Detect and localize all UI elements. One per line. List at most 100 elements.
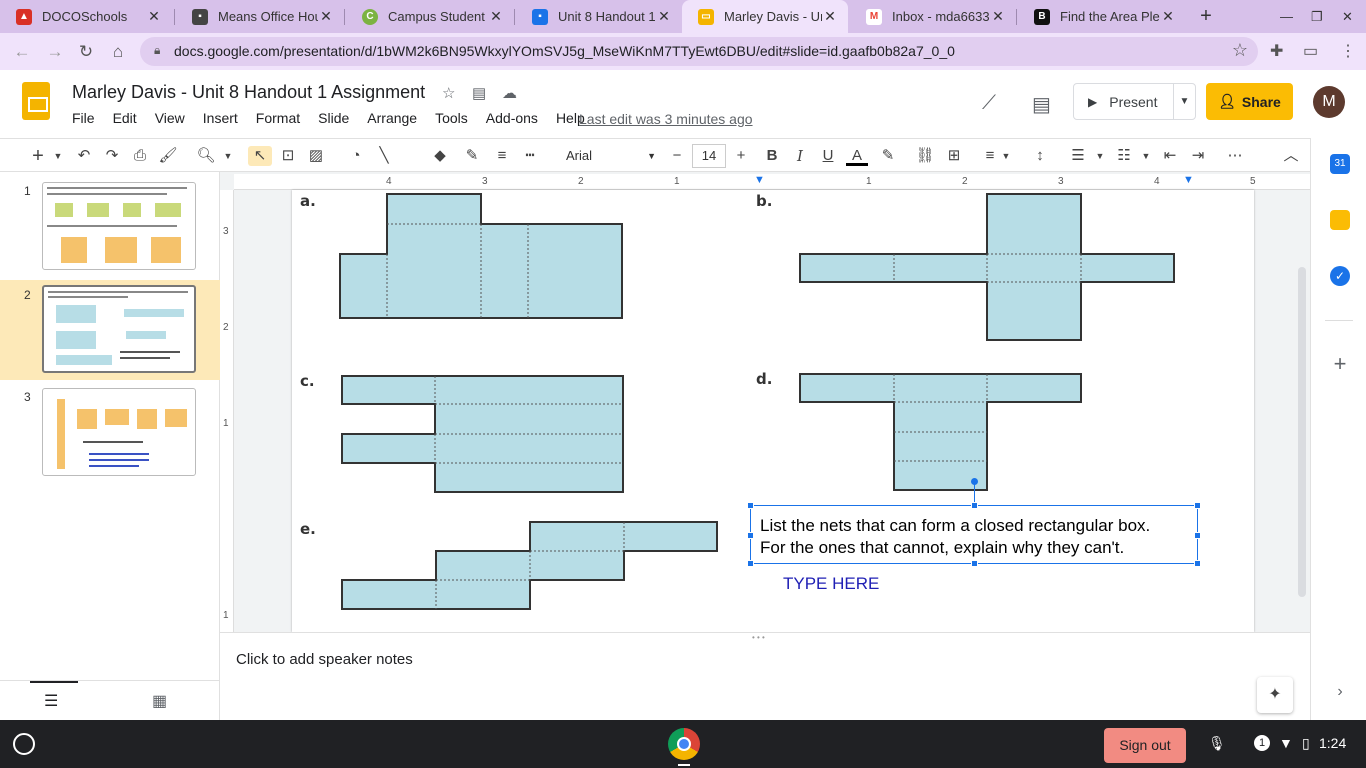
menu-view[interactable]: View [155,110,191,126]
more-icon[interactable]: ⋯ [1224,146,1246,166]
slide-thumbnail-3[interactable]: 3 [0,382,220,482]
extensions-icon[interactable]: ✚ [1270,41,1283,61]
resize-handle[interactable] [747,560,754,567]
print-icon[interactable]: ⎙ [130,146,150,166]
expand-panel-icon[interactable]: › [1330,682,1350,702]
resize-handle[interactable] [747,532,754,539]
resize-handle[interactable] [971,502,978,509]
clock[interactable]: 1:24 [1319,735,1346,751]
right-indent-marker[interactable]: ▼ [1183,174,1194,186]
add-comment-icon[interactable]: ⊞ [944,146,964,166]
menu-addons[interactable]: Add-ons [486,110,544,126]
menu-insert[interactable]: Insert [203,110,244,126]
cast-icon[interactable]: ▭ [1303,41,1318,61]
fill-color-icon[interactable]: ◆ [430,146,450,166]
notification-badge[interactable]: 1 [1254,735,1270,751]
decrease-font-size-icon[interactable]: − [668,146,686,166]
new-tab-icon[interactable]: + [1196,6,1216,26]
font-family-select[interactable]: Arial ▼ [560,145,660,167]
browser-tab[interactable]: C Campus Student ✕ [346,0,514,33]
answer-placeholder-text[interactable]: TYPE HERE [783,574,879,594]
star-icon[interactable]: ☆ [442,84,455,102]
resize-handle[interactable] [747,502,754,509]
bulleted-list-icon[interactable]: ☷ [1114,146,1134,166]
left-indent-marker[interactable]: ▼ [754,174,765,186]
present-button[interactable]: ▶ Present ▼ [1073,83,1196,120]
close-icon[interactable]: ✕ [318,8,334,25]
bookmark-star-icon[interactable]: ☆ [1232,40,1248,61]
cloud-status-icon[interactable]: ☁ [502,84,517,102]
numbered-list-icon[interactable]: ☰ [1068,146,1088,166]
slides-logo-icon[interactable] [22,82,50,120]
menu-tools[interactable]: Tools [435,110,474,126]
chevron-down-icon[interactable]: ▼ [1140,146,1152,166]
italic-icon[interactable]: I [790,146,810,166]
move-folder-icon[interactable]: ▤ [472,84,486,102]
new-slide-icon[interactable]: + [28,146,48,166]
border-color-icon[interactable]: ✎ [462,146,482,166]
menu-slide[interactable]: Slide [318,110,355,126]
chevron-down-icon[interactable]: ▼ [1000,146,1012,166]
text-box-content[interactable]: List the nets that can form a closed rec… [760,515,1200,559]
close-icon[interactable]: ✕ [990,8,1006,25]
close-icon[interactable]: ✕ [656,8,672,25]
menu-edit[interactable]: Edit [113,110,143,126]
speaker-notes-placeholder[interactable]: Click to add speaker notes [236,651,413,668]
chevron-down-icon[interactable]: ▼ [1094,146,1106,166]
activity-trend-icon[interactable]: ⟋ [982,92,996,115]
close-icon[interactable]: ✕ [488,8,504,25]
close-window-icon[interactable]: ✕ [1342,9,1353,25]
slide[interactable]: a. b. c. d. e. List the nets that can fo… [292,190,1254,632]
highlight-color-icon[interactable]: ✎ [878,146,898,166]
canvas-scrollbar[interactable] [1298,267,1306,597]
menu-icon[interactable]: ⋮ [1340,41,1356,61]
close-icon[interactable]: ✕ [822,8,838,25]
decrease-indent-icon[interactable]: ⇤ [1160,146,1180,166]
filmstrip-view-icon[interactable]: ☰ [44,691,58,711]
back-icon[interactable]: ← [11,41,33,63]
align-icon[interactable]: ≡ [980,146,1000,166]
resize-handle[interactable] [1194,502,1201,509]
launcher-icon[interactable] [13,733,35,755]
grid-view-icon[interactable]: ▦ [152,691,167,711]
explore-icon[interactable]: ✦ [1257,677,1293,713]
share-button[interactable]: 👤︎ Share [1206,83,1293,120]
url-text[interactable]: docs.google.com/presentation/d/1bWM2k6BN… [174,43,955,59]
increase-indent-icon[interactable]: ⇥ [1188,146,1208,166]
resize-handle[interactable] [1194,560,1201,567]
font-size-input[interactable]: 14 [692,144,726,168]
zoom-icon[interactable]: 🔍︎ [196,146,216,166]
link-icon[interactable]: ⛓ [914,146,936,166]
reload-icon[interactable]: ↻ [75,41,97,63]
wifi-icon[interactable]: ▼ [1279,735,1293,751]
resize-handle[interactable] [971,560,978,567]
text-box-icon[interactable]: ⊡ [278,146,298,166]
close-icon[interactable]: ✕ [146,8,162,25]
slide-thumbnail-2[interactable]: 2 [0,280,220,380]
line-icon[interactable]: ╲ [374,146,394,166]
paint-format-icon[interactable]: 🖌︎ [158,146,178,166]
shape-icon[interactable]: ◔ [346,146,366,166]
keep-icon[interactable] [1330,210,1350,230]
menu-arrange[interactable]: Arrange [367,110,423,126]
underline-icon[interactable]: U [818,146,838,166]
nets-figure[interactable] [292,190,1254,632]
chrome-icon[interactable] [668,728,700,760]
document-title[interactable]: Marley Davis - Unit 8 Handout 1 Assignme… [72,82,425,103]
tasks-icon[interactable]: ✓ [1330,266,1350,286]
add-addon-icon[interactable]: + [1330,353,1350,375]
address-bar[interactable]: 🔒︎ docs.google.com/presentation/d/1bWM2k… [140,37,1258,66]
maximize-icon[interactable]: ❐ [1311,9,1323,25]
text-color-icon[interactable]: A [846,146,868,166]
browser-tab-active[interactable]: ▭ Marley Davis - Unit ✕ [682,0,848,33]
microphone-icon[interactable]: 🎙︎ [1208,735,1226,752]
border-dash-icon[interactable]: ┅ [520,146,540,166]
select-cursor-icon[interactable]: ↖ [248,146,272,166]
bold-icon[interactable]: B [762,146,782,166]
calendar-icon[interactable]: 31 [1330,154,1350,174]
line-spacing-icon[interactable]: ↕ [1030,146,1050,166]
forward-icon[interactable]: → [44,41,66,63]
increase-font-size-icon[interactable]: + [732,146,750,166]
slide-thumbnail-1[interactable]: 1 [0,176,220,276]
browser-tab[interactable]: ▪ Means Office Hours ✕ [176,0,344,33]
